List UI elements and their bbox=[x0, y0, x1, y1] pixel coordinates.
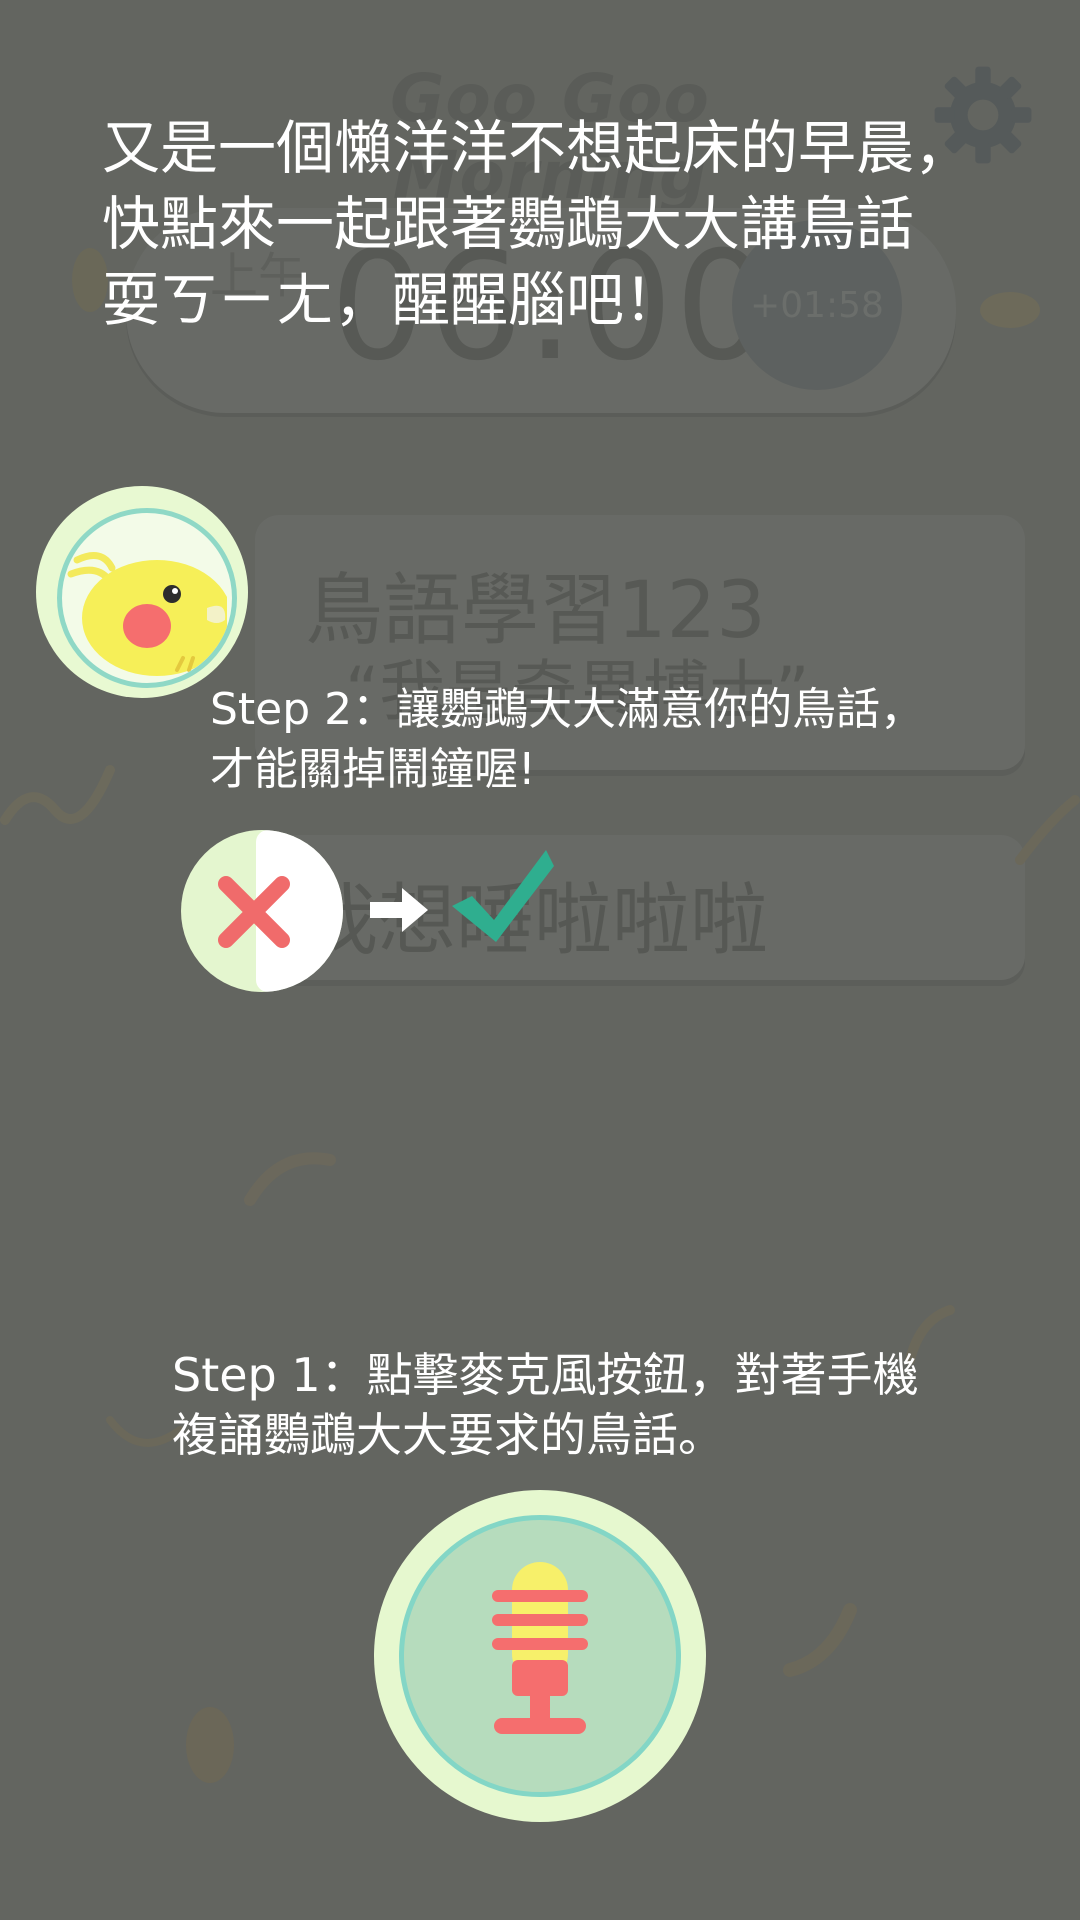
wrong-answer-bubble bbox=[181, 830, 343, 992]
intro-line: 耍ㄎㄧㄤ，醒醒腦吧！ bbox=[102, 266, 683, 334]
check-icon bbox=[452, 850, 554, 942]
decor-squiggle bbox=[244, 1152, 336, 1206]
microphone-icon[interactable] bbox=[490, 1560, 590, 1740]
intro-line: 快點來一起跟著鸚鵡大大講鳥話 bbox=[102, 190, 915, 258]
step2-line: 才能關掉鬧鐘喔! bbox=[210, 744, 536, 795]
x-mark-icon bbox=[218, 876, 290, 948]
step1-text: Step 1：點擊麥克風按鈕，對著手機 複誦鸚鵡大大要求的鳥話。 bbox=[172, 1345, 1002, 1465]
decor-squiggle bbox=[186, 1707, 234, 1783]
avatar bbox=[57, 508, 237, 688]
step1-line: 複誦鸚鵡大大要求的鳥話。 bbox=[172, 1408, 724, 1462]
intro-text: 又是一個懶洋洋不想起床的早晨， 快點來一起跟著鸚鵡大大講鳥話 耍ㄎㄧㄤ，醒醒腦吧… bbox=[102, 110, 1022, 338]
decor-squiggle bbox=[783, 1603, 857, 1677]
step2-line: Step 2：讓鸚鵡大大滿意你的鳥話， bbox=[210, 684, 925, 735]
decor-squiggle bbox=[0, 765, 115, 825]
parrot-icon bbox=[67, 552, 227, 676]
right-arrow-icon bbox=[370, 888, 428, 932]
intro-line: 又是一個懶洋洋不想起床的早晨， bbox=[102, 114, 973, 182]
step2-text: Step 2：讓鸚鵡大大滿意你的鳥話， 才能關掉鬧鐘喔! bbox=[210, 680, 1040, 800]
step1-line: Step 1：點擊麥克風按鈕，對著手機 bbox=[172, 1348, 919, 1402]
